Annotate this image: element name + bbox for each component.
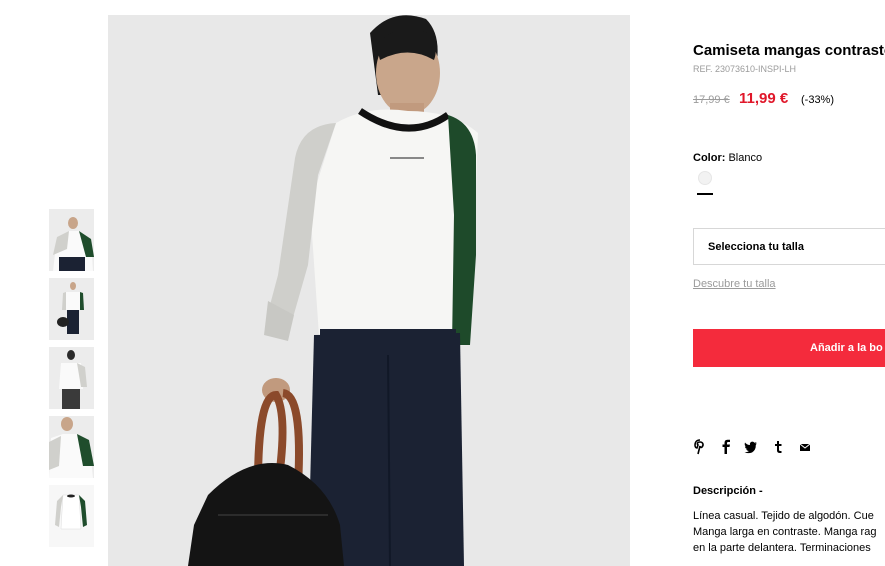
color-label: Color: (693, 152, 726, 164)
size-guide-link[interactable]: Descubre tu talla (693, 278, 776, 290)
product-reference: REF. 23073610-INSPI-LH (693, 64, 797, 74)
thumbnail-4[interactable] (49, 416, 94, 478)
product-image (108, 15, 630, 566)
facebook-icon[interactable] (719, 439, 733, 455)
add-to-cart-button[interactable]: Añadir a la bo (693, 329, 885, 367)
discount-badge: (-33%) (801, 94, 835, 106)
add-to-cart-label: Añadir a la bo (810, 342, 883, 354)
description-line: Manga larga en contraste. Manga rag (693, 526, 877, 538)
sale-price: 11,99 € (739, 90, 789, 107)
pinterest-icon[interactable] (693, 439, 707, 455)
product-info-panel: Camiseta mangas contraste REF. 23073610-… (693, 0, 885, 566)
description-text: Línea casual. Tejido de algodón. Cue Man… (693, 508, 876, 556)
thumbnail-1[interactable] (49, 209, 94, 271)
description-line: en la parte delantera. Terminaciones (693, 542, 871, 554)
product-title: Camiseta mangas contraste (693, 42, 885, 59)
thumbnail-2[interactable] (49, 278, 94, 340)
original-price: 17,99 € (693, 94, 730, 106)
twitter-icon[interactable] (744, 439, 758, 455)
color-value: Blanco (728, 152, 763, 164)
thumbnail-5[interactable] (49, 485, 94, 547)
description-line: Línea casual. Tejido de algodón. Cue (693, 510, 874, 522)
description-title[interactable]: Descripción - (693, 485, 763, 497)
selected-swatch-indicator (697, 193, 713, 195)
thumbnail-3[interactable] (49, 347, 94, 409)
size-select-label: Selecciona tu talla (708, 241, 804, 253)
size-select[interactable]: Selecciona tu talla (693, 228, 885, 265)
color-swatch-white[interactable] (698, 171, 712, 185)
tumblr-icon[interactable] (771, 439, 785, 455)
color-selector-label: Color: Blanco (693, 152, 762, 164)
email-icon[interactable] (798, 439, 812, 455)
thumbnail-list (49, 209, 94, 554)
